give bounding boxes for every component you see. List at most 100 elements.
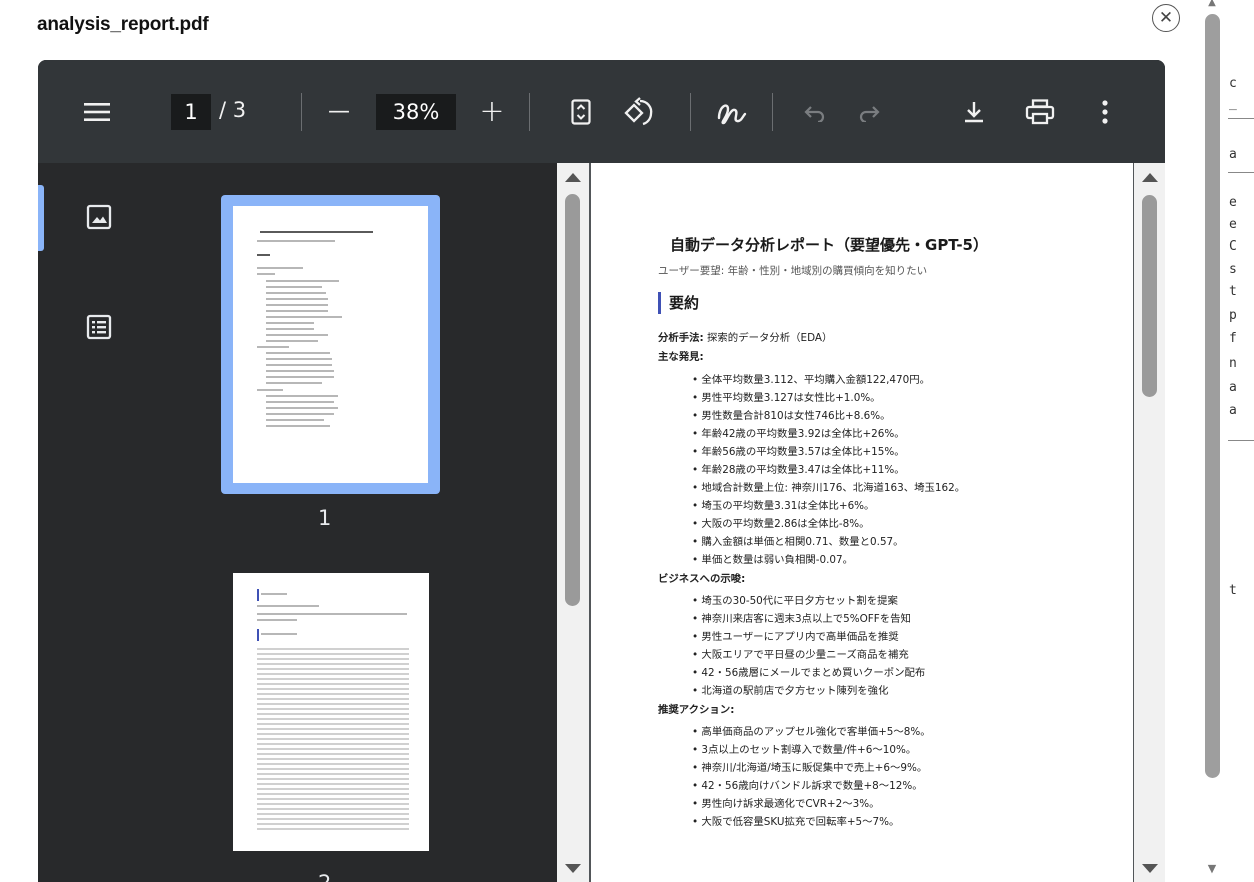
thumb-text-line [266, 425, 330, 427]
thumbnail-page-number: 2 [318, 871, 331, 882]
thumb-text-line [266, 280, 339, 282]
implication-item: • 神奈川来店客に週末3点以上で5%OFFを告知 [692, 613, 911, 625]
implication-item: • 埼玉の30-50代に平日夕方セット割を提案 [692, 595, 898, 607]
finding-item: • 埼玉の平均数量3.31は全体比+6%。 [692, 500, 875, 512]
print-icon [1025, 98, 1055, 124]
zoom-level-input[interactable]: 38% [376, 94, 456, 130]
thumb-text-line [261, 633, 297, 635]
thumb-text-line [266, 352, 330, 354]
finding-item: • 年齢28歳の平均数量3.47は全体比+11%。 [692, 464, 905, 476]
rotate-icon [624, 96, 653, 125]
outer-scroll-up-arrow[interactable]: ▲ [1204, 0, 1220, 10]
outer-scrollbar-thumb[interactable] [1205, 14, 1220, 778]
zoom-in-button[interactable]: + [477, 60, 507, 163]
thumbnail-view-button[interactable] [86, 204, 112, 230]
thumb-text-line [261, 593, 287, 595]
undo-icon [804, 105, 825, 122]
thumb-text-line [266, 413, 334, 415]
outer-scroll-down-arrow[interactable]: ▼ [1204, 862, 1220, 876]
glimpse-char: p [1229, 308, 1237, 323]
thumbnail-page-number: 1 [318, 506, 332, 530]
undo-button[interactable] [798, 60, 828, 163]
thumb-text-line [260, 231, 373, 233]
thumb-text-line [257, 605, 319, 607]
thumbnail-page-preview [233, 206, 428, 483]
rotate-button[interactable] [622, 60, 656, 163]
finding-item: • 男性平均数量3.127は女性比+1.0%。 [692, 392, 881, 404]
menu-button[interactable] [82, 60, 112, 163]
toolbar-divider [301, 93, 302, 131]
print-button[interactable] [1023, 60, 1057, 163]
redo-button[interactable] [856, 60, 886, 163]
outline-view-button[interactable] [86, 314, 112, 340]
pdf-viewer: 1 / 3 — 38% + 1 自動データ分析レポート（要望優先・GPT-5） … [38, 60, 1165, 882]
page-thumbnail-2[interactable] [233, 573, 429, 851]
thumb-text-line [257, 267, 303, 269]
glimpse-char: n [1229, 356, 1237, 371]
active-view-indicator [38, 185, 44, 251]
menu-icon [84, 102, 110, 121]
thumb-heading-marker [257, 629, 259, 641]
method-value: 探索的データ分析（EDA） [703, 332, 833, 344]
download-button[interactable] [959, 60, 989, 163]
thumb-text-line [257, 254, 270, 256]
action-item: • 男性向け訴求最適化でCVR+2〜3%。 [692, 798, 880, 810]
finding-item: • 年齢56歳の平均数量3.57は全体比+15%。 [692, 446, 905, 458]
thumb-text-line [266, 358, 332, 360]
glimpse-char: a [1229, 380, 1237, 395]
glimpse-char: c [1229, 76, 1237, 91]
thumb-text-line [257, 240, 335, 242]
sidebar-scroll-down-arrow[interactable] [564, 863, 582, 875]
close-button[interactable]: ✕ [1152, 4, 1180, 32]
glimpse-char: e [1229, 217, 1237, 232]
thumb-text-line [266, 310, 328, 312]
finding-item: • 地域合計数量上位: 神奈川176、北海道163、埼玉162。 [692, 482, 966, 494]
thumb-text-line [266, 407, 338, 409]
action-item: • 3点以上のセット割導入で数量/件+6〜10%。 [692, 744, 917, 756]
thumb-text-line [266, 401, 334, 403]
thumb-text-line [266, 364, 332, 366]
page-number-input[interactable]: 1 [171, 94, 211, 130]
thumbnail-sidebar: 1 2 [38, 163, 557, 882]
toolbar-divider [529, 93, 530, 131]
pdf-preview-dialog: analysis_report.pdf ✕ ▲ ▼ c _ a e e C s … [0, 0, 1254, 882]
page-thumbnail-1[interactable] [221, 195, 440, 494]
thumb-text-line [266, 316, 342, 318]
glimpse-char: s [1229, 262, 1237, 277]
action-item: • 大阪で低容量SKU拡充で回転率+5〜7%。 [692, 816, 900, 828]
glimpse-char: _ [1229, 96, 1237, 111]
document-subtitle: ユーザー要望: 年齢・性別・地域別の購買傾向を知りたい [658, 265, 928, 277]
thumb-text-line [266, 292, 326, 294]
section-heading: 要約 [658, 292, 699, 314]
page-count: / 3 [219, 98, 246, 122]
glimpse-char: f [1229, 331, 1237, 346]
fit-to-page-button[interactable] [566, 60, 596, 163]
sidebar-scroll-up-arrow[interactable] [564, 171, 582, 183]
action-item: • 42・56歳向けバンドル訴求で数量+8〜12%。 [692, 780, 923, 792]
page-scrollbar-thumb[interactable] [1142, 195, 1157, 397]
finding-item: • 男性数量合計810は女性746比+8.6%。 [692, 410, 891, 422]
zoom-out-button[interactable]: — [324, 60, 354, 163]
thumb-text-line [257, 613, 407, 615]
more-actions-button[interactable] [1092, 60, 1118, 163]
finding-item: • 単価と数量は弱い負相関-0.07。 [692, 554, 854, 566]
finding-item: • 大阪の平均数量2.86は全体比-8%。 [692, 518, 870, 530]
download-icon [965, 101, 983, 122]
outline-icon [86, 314, 112, 340]
total-pages: 3 [232, 98, 247, 122]
thumb-text-line [257, 346, 289, 348]
draw-button[interactable] [715, 60, 749, 163]
glimpse-char: t [1229, 583, 1237, 598]
close-icon: ✕ [1158, 8, 1174, 28]
page-scroll-up-arrow[interactable] [1141, 171, 1159, 183]
thumb-text-line [266, 395, 338, 397]
thumb-text-line [266, 382, 322, 384]
sidebar-scrollbar-thumb[interactable] [565, 194, 580, 606]
fit-to-page-icon [571, 98, 591, 125]
page-scroll-down-arrow[interactable] [1141, 863, 1159, 875]
page-canvas: 自動データ分析レポート（要望優先・GPT-5） ユーザー要望: 年齢・性別・地域… [589, 163, 1134, 882]
findings-label: 主な発見: [658, 351, 704, 363]
viewer-content: 1 2 自動データ分析レポート（要望優先・G [38, 163, 1165, 882]
document-title: 自動データ分析レポート（要望優先・GPT-5） [670, 236, 988, 254]
thumbnails-icon [86, 204, 112, 230]
